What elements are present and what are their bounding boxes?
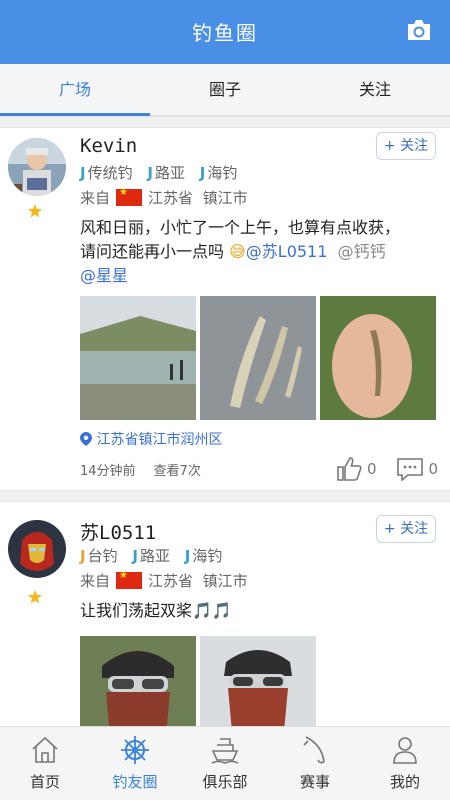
like-count: 0 — [367, 459, 377, 478]
camera-icon[interactable] — [406, 18, 432, 42]
post-text-line: 风和日丽，小忙了一个上午，也算有点收获， — [80, 218, 401, 237]
nav-label: 赛事 — [299, 773, 330, 791]
location-pin-icon — [80, 432, 92, 446]
divider — [0, 490, 450, 502]
avatar[interactable] — [8, 138, 66, 196]
post-text-line: 让我们荡起双桨🎵🎵 — [80, 601, 232, 620]
hook-icon: J — [80, 547, 86, 565]
hook-icon: J — [132, 547, 138, 565]
mention-link[interactable]: @星星 — [80, 266, 128, 285]
tab-bar: 广场 圈子 关注 — [0, 64, 450, 116]
tab-following[interactable]: 关注 — [300, 64, 450, 116]
post-photo[interactable] — [80, 296, 196, 420]
post-text: 让我们荡起双桨🎵🎵 — [80, 599, 442, 623]
post-text-line: 请问还能再小一点吗 — [80, 242, 230, 261]
post-photo[interactable] — [80, 636, 196, 726]
divider — [0, 116, 450, 128]
nav-fishing-circle[interactable]: 钓友圈 — [90, 727, 180, 800]
nav-home[interactable]: 首页 — [0, 727, 90, 800]
hook-icon: J — [80, 164, 86, 182]
tag: 海钓 — [192, 547, 223, 565]
hook-icon: J — [199, 164, 206, 182]
tag: 传统钓 — [87, 164, 133, 182]
star-icon — [28, 204, 42, 218]
province: 江苏省 — [148, 189, 194, 207]
from-label: 来自 — [80, 572, 111, 590]
china-flag-icon — [116, 570, 143, 589]
city: 镇江市 — [202, 189, 248, 207]
post-photo[interactable] — [200, 636, 316, 726]
like-button[interactable]: 0 — [336, 457, 381, 481]
tag: 路亚 — [154, 164, 185, 182]
feed[interactable]: Kevin + 关注 J传统钓 J路亚 J海钓 来自江苏省 镇江市 风和日丽，小… — [0, 116, 450, 726]
origin-line: 来自 江苏省 镇江市 — [80, 570, 248, 591]
tab-square[interactable]: 广场 — [0, 64, 150, 116]
post-time: 14分钟前 — [80, 464, 136, 479]
nav-club[interactable]: 俱乐部 — [180, 727, 270, 800]
mention-link[interactable]: @钙钙 — [338, 242, 386, 261]
username[interactable]: 苏L0511 — [80, 518, 156, 545]
nav-label: 首页 — [29, 773, 60, 791]
follow-button[interactable]: + 关注 — [376, 132, 436, 160]
post-meta: 14分钟前 查看7次 — [80, 460, 219, 479]
tag: 海钓 — [207, 164, 238, 182]
page-title: 钓鱼圈 — [192, 21, 258, 45]
city: 镇江市 — [202, 572, 248, 590]
post-text: 风和日丽，小忙了一个上午，也算有点收获， 请问还能再小一点吗 😅@苏L0511 … — [80, 216, 442, 288]
star-icon — [28, 590, 42, 604]
tag-list: J 传统钓 J 路亚 J 海钓 — [80, 162, 247, 183]
ship-icon — [211, 738, 239, 764]
comment-button[interactable]: 0 — [396, 458, 438, 482]
person-icon — [393, 737, 417, 764]
post-location[interactable]: 江苏省镇江市润州区 — [80, 429, 222, 449]
hook-icon: J — [147, 164, 153, 182]
post-photo[interactable] — [320, 296, 436, 420]
emoji-icon: 😅 — [229, 242, 246, 261]
comment-count: 0 — [428, 459, 438, 478]
china-flag-icon — [116, 187, 143, 206]
province: 江苏省 — [148, 572, 194, 590]
location-text: 江苏省镇江市润州区 — [96, 432, 223, 448]
nav-label: 钓友圈 — [112, 773, 158, 791]
thumbs-up-icon — [337, 457, 362, 481]
nav-label: 我的 — [389, 773, 420, 791]
mention-link[interactable]: @苏L0511 — [246, 242, 328, 261]
helm-icon — [121, 736, 149, 764]
avatar[interactable] — [8, 520, 66, 578]
tag-list: J 台钓 J 路亚 J 海钓 — [80, 545, 232, 566]
view-count: 查看7次 — [153, 464, 201, 479]
follow-button[interactable]: + 关注 — [376, 515, 436, 543]
hook-icon: J — [184, 547, 191, 565]
top-bar: 钓鱼圈 — [0, 0, 450, 64]
nav-events[interactable]: 赛事 — [270, 727, 360, 800]
from-label: 来自 — [80, 189, 111, 207]
bottom-nav: 首页 钓友圈 俱乐部 赛事 我的 — [0, 726, 450, 800]
username[interactable]: Kevin — [80, 135, 137, 157]
tag: 路亚 — [139, 547, 170, 565]
post-actions: 0 0 — [336, 456, 438, 482]
post-photo[interactable] — [200, 296, 316, 420]
nav-label: 俱乐部 — [202, 773, 248, 791]
home-icon — [32, 736, 58, 763]
origin-line: 来自 江苏省 镇江市 — [80, 187, 248, 208]
nav-mine[interactable]: 我的 — [360, 727, 450, 800]
rod-icon — [303, 736, 325, 764]
comment-icon — [396, 458, 423, 482]
tag: 台钓 — [87, 547, 118, 565]
tab-circle[interactable]: 圈子 — [150, 64, 300, 116]
